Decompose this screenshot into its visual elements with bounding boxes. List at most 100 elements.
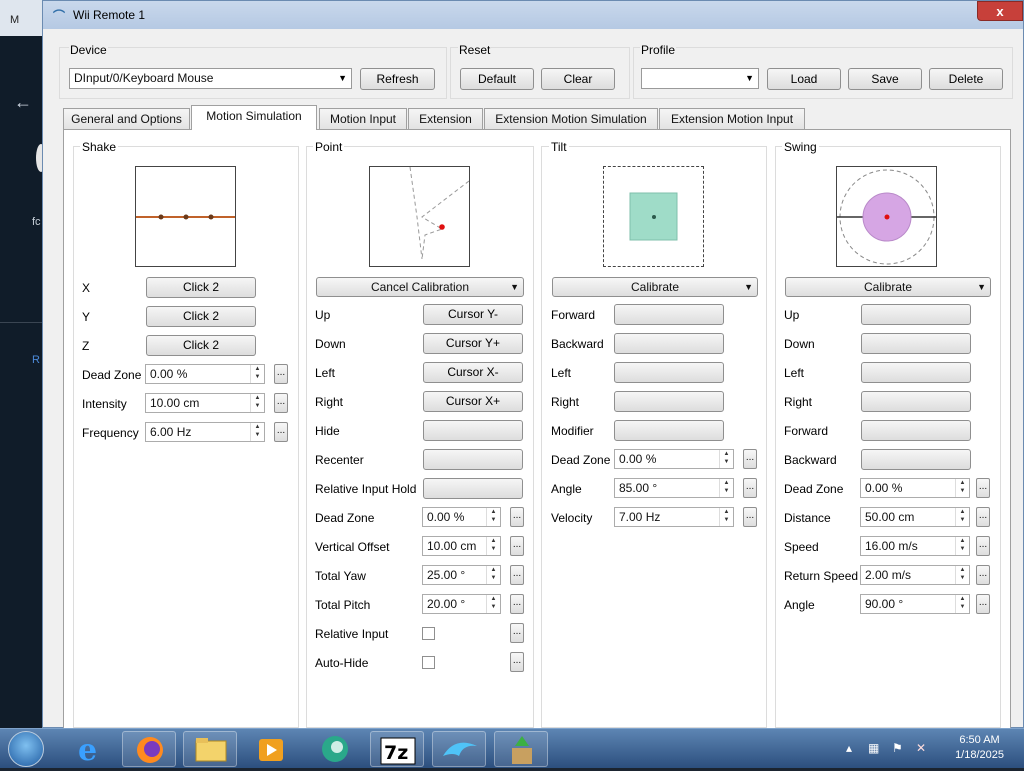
swing-calibrate-dropdown[interactable]: Calibrate ▼ xyxy=(785,277,991,297)
point-down-binding[interactable]: Cursor Y+ xyxy=(423,333,523,354)
swing-up-binding[interactable] xyxy=(861,304,971,325)
tilt-modifier-binding[interactable] xyxy=(614,420,724,441)
point-hide-binding[interactable] xyxy=(423,420,523,441)
volume-muted-icon[interactable]: ✕ xyxy=(916,741,926,755)
point-relative-input-hold-binding[interactable] xyxy=(423,478,523,499)
spin-arrows-icon[interactable]: ▲ ▼ xyxy=(486,508,500,526)
spin-arrows-icon[interactable]: ▲ ▼ xyxy=(719,479,733,497)
shake-y-binding[interactable]: Click 2 xyxy=(146,306,256,327)
profile-select[interactable]: ▼ xyxy=(641,68,759,89)
system-clock[interactable]: 6:50 AM 1/18/2025 xyxy=(955,733,1004,763)
point-total-pitch-more-button[interactable]: ... xyxy=(510,594,524,614)
spin-arrows-icon[interactable]: ▲ ▼ xyxy=(719,450,733,468)
shake-frequency-more-button[interactable]: ... xyxy=(274,422,288,442)
swing-right-binding[interactable] xyxy=(861,391,971,412)
swing-angle-more-button[interactable]: ... xyxy=(976,594,990,614)
point-total-pitch-field[interactable]: 20.00 ° ▲ ▼ xyxy=(422,594,501,614)
delete-button[interactable]: Delete xyxy=(929,68,1003,90)
spin-arrows-icon[interactable]: ▲ ▼ xyxy=(955,479,969,497)
tab-extension-motion-simulation[interactable]: Extension Motion Simulation xyxy=(484,108,658,129)
action-center-flag-icon[interactable]: ⚑ xyxy=(892,741,903,755)
tilt-angle-more-button[interactable]: ... xyxy=(743,478,757,498)
point-up-binding[interactable]: Cursor Y- xyxy=(423,304,523,325)
tilt-calibrate-dropdown[interactable]: Calibrate ▼ xyxy=(552,277,758,297)
swing-forward-binding[interactable] xyxy=(861,420,971,441)
spin-arrows-icon[interactable]: ▲ ▼ xyxy=(955,595,969,613)
shake-x-binding[interactable]: Click 2 xyxy=(146,277,256,298)
point-vertical-offset-more-button[interactable]: ... xyxy=(510,536,524,556)
point-total-yaw-more-button[interactable]: ... xyxy=(510,565,524,585)
tab-extension[interactable]: Extension xyxy=(408,108,483,129)
spin-arrows-icon[interactable]: ▲ ▼ xyxy=(250,394,264,412)
refresh-button[interactable]: Refresh xyxy=(360,68,435,90)
clear-button[interactable]: Clear xyxy=(541,68,615,90)
spin-arrows-icon[interactable]: ▲ ▼ xyxy=(486,595,500,613)
swing-return-speed-more-button[interactable]: ... xyxy=(976,565,990,585)
background-link[interactable]: R xyxy=(32,354,40,366)
point-dead-zone-more-button[interactable]: ... xyxy=(510,507,524,527)
point-right-binding[interactable]: Cursor X+ xyxy=(423,391,523,412)
point-auto-hide-more-button[interactable]: ... xyxy=(510,652,524,672)
spin-arrows-icon[interactable]: ▲ ▼ xyxy=(250,365,264,383)
shake-intensity-field[interactable]: 10.00 cm ▲ ▼ xyxy=(145,393,265,413)
tab-motion-input[interactable]: Motion Input xyxy=(319,108,407,129)
swing-left-binding[interactable] xyxy=(861,362,971,383)
shake-dead-zone-more-button[interactable]: ... xyxy=(274,364,288,384)
tilt-forward-binding[interactable] xyxy=(614,304,724,325)
firefox-icon[interactable] xyxy=(122,731,176,767)
shake-z-binding[interactable]: Click 2 xyxy=(146,335,256,356)
title-bar[interactable]: ⌒ Wii Remote 1 x xyxy=(43,1,1023,29)
video-app-icon[interactable] xyxy=(308,731,362,767)
point-relative-input-more-button[interactable]: ... xyxy=(510,623,524,643)
swing-speed-field[interactable]: 16.00 m/s ▲ ▼ xyxy=(860,536,970,556)
swing-distance-more-button[interactable]: ... xyxy=(976,507,990,527)
swing-angle-field[interactable]: 90.00 ° ▲ ▼ xyxy=(860,594,970,614)
point-recenter-binding[interactable] xyxy=(423,449,523,470)
tilt-left-binding[interactable] xyxy=(614,362,724,383)
media-player-icon[interactable] xyxy=(244,731,298,767)
spin-arrows-icon[interactable]: ▲ ▼ xyxy=(955,537,969,555)
point-calibration-dropdown[interactable]: Cancel Calibration ▼ xyxy=(316,277,524,297)
point-relative-input-checkbox[interactable] xyxy=(422,627,435,640)
shake-frequency-field[interactable]: 6.00 Hz ▲ ▼ xyxy=(145,422,265,442)
tilt-backward-binding[interactable] xyxy=(614,333,724,354)
spin-arrows-icon[interactable]: ▲ ▼ xyxy=(719,508,733,526)
tilt-velocity-more-button[interactable]: ... xyxy=(743,507,757,527)
point-dead-zone-field[interactable]: 0.00 % ▲ ▼ xyxy=(422,507,501,527)
show-hidden-icons-icon[interactable]: ▴ xyxy=(846,741,852,755)
swing-backward-binding[interactable] xyxy=(861,449,971,470)
windows-start-icon[interactable] xyxy=(8,731,44,767)
swing-dead-zone-more-button[interactable]: ... xyxy=(976,478,990,498)
tilt-right-binding[interactable] xyxy=(614,391,724,412)
7zip-icon[interactable]: 7z xyxy=(370,731,424,767)
load-button[interactable]: Load xyxy=(767,68,841,90)
tilt-dead-zone-more-button[interactable]: ... xyxy=(743,449,757,469)
tilt-angle-field[interactable]: 85.00 ° ▲ ▼ xyxy=(614,478,734,498)
point-left-binding[interactable]: Cursor X- xyxy=(423,362,523,383)
default-button[interactable]: Default xyxy=(460,68,534,90)
shake-intensity-more-button[interactable]: ... xyxy=(274,393,288,413)
spin-arrows-icon[interactable]: ▲ ▼ xyxy=(955,566,969,584)
tilt-velocity-field[interactable]: 7.00 Hz ▲ ▼ xyxy=(614,507,734,527)
installer-icon[interactable] xyxy=(494,731,548,767)
point-vertical-offset-field[interactable]: 10.00 cm ▲ ▼ xyxy=(422,536,501,556)
spin-arrows-icon[interactable]: ▲ ▼ xyxy=(955,508,969,526)
dolphin-icon[interactable] xyxy=(432,731,486,767)
swing-dead-zone-field[interactable]: 0.00 % ▲ ▼ xyxy=(860,478,970,498)
spin-arrows-icon[interactable]: ▲ ▼ xyxy=(250,423,264,441)
swing-return-speed-field[interactable]: 2.00 m/s ▲ ▼ xyxy=(860,565,970,585)
back-arrow-icon[interactable]: ← xyxy=(14,92,32,113)
swing-speed-more-button[interactable]: ... xyxy=(976,536,990,556)
swing-distance-field[interactable]: 50.00 cm ▲ ▼ xyxy=(860,507,970,527)
shake-dead-zone-field[interactable]: 0.00 % ▲ ▼ xyxy=(145,364,265,384)
tab-motion-simulation[interactable]: Motion Simulation xyxy=(191,105,317,130)
device-select[interactable]: DInput/0/Keyboard Mouse ▼ xyxy=(69,68,352,89)
spin-arrows-icon[interactable]: ▲ ▼ xyxy=(486,566,500,584)
point-total-yaw-field[interactable]: 25.00 ° ▲ ▼ xyxy=(422,565,501,585)
save-button[interactable]: Save xyxy=(848,68,922,90)
tab-general-and-options[interactable]: General and Options xyxy=(63,108,190,129)
close-button[interactable]: x xyxy=(977,1,1023,21)
network-icon[interactable]: ▦ xyxy=(868,741,879,755)
tab-extension-motion-input[interactable]: Extension Motion Input xyxy=(659,108,805,129)
tilt-dead-zone-field[interactable]: 0.00 % ▲ ▼ xyxy=(614,449,734,469)
